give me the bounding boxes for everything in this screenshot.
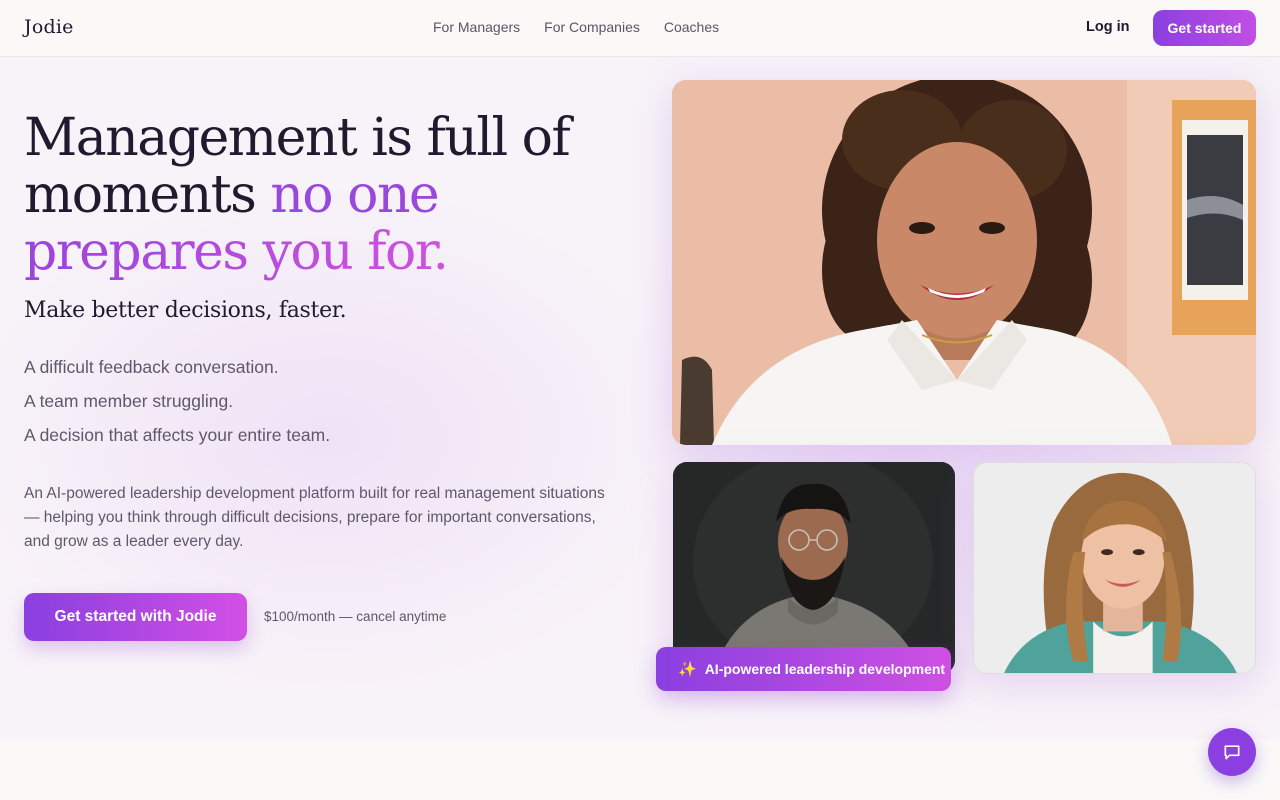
chat-bubble-icon — [1224, 745, 1240, 760]
hero-headline: Management is full of moments no one pre… — [24, 110, 644, 281]
portrait-photo-main — [672, 80, 1256, 445]
moment-item: A team member struggling. — [24, 391, 234, 411]
logo[interactable]: Jodie — [24, 16, 74, 38]
portrait-photo-woman — [973, 462, 1256, 674]
main-nav: For Managers For Companies Coaches — [433, 19, 719, 35]
moment-item: A decision that affects your entire team… — [24, 425, 331, 445]
ai-leadership-badge: ✨ AI-powered leadership development — [656, 647, 951, 691]
portrait-illustration-woman — [974, 463, 1255, 673]
headline-accent-1: no one — [270, 165, 439, 225]
moment-item: A difficult feedback conversation. — [24, 357, 279, 377]
price-note: $100/month — cancel anytime — [264, 609, 447, 624]
chat-button[interactable] — [1208, 728, 1256, 776]
site-header: Jodie For Managers For Companies Coaches… — [0, 0, 1280, 57]
nav-for-managers[interactable]: For Managers — [433, 19, 520, 35]
nav-for-companies[interactable]: For Companies — [544, 19, 640, 35]
portrait-photo-man — [673, 462, 955, 674]
headline-text-1: Management is full of — [24, 108, 571, 168]
portrait-illustration-man — [673, 462, 955, 674]
moments-list: A difficult feedback conversation. A tea… — [24, 356, 330, 458]
login-link[interactable]: Log in — [1086, 19, 1130, 35]
headline-accent-2: prepares you for. — [24, 222, 449, 282]
get-started-with-jodie-button[interactable]: Get started with Jodie — [24, 593, 247, 641]
headline-text-2: moments — [24, 165, 271, 225]
hero-subhead: Make better decisions, faster. — [24, 298, 347, 323]
nav-coaches[interactable]: Coaches — [664, 19, 719, 35]
badge-label: AI-powered leadership development — [704, 661, 946, 677]
portrait-illustration-main — [672, 80, 1256, 445]
hero-description: An AI-powered leadership development pla… — [24, 485, 605, 550]
get-started-button[interactable]: Get started — [1153, 10, 1256, 46]
sparkles-icon: ✨ — [678, 661, 697, 678]
